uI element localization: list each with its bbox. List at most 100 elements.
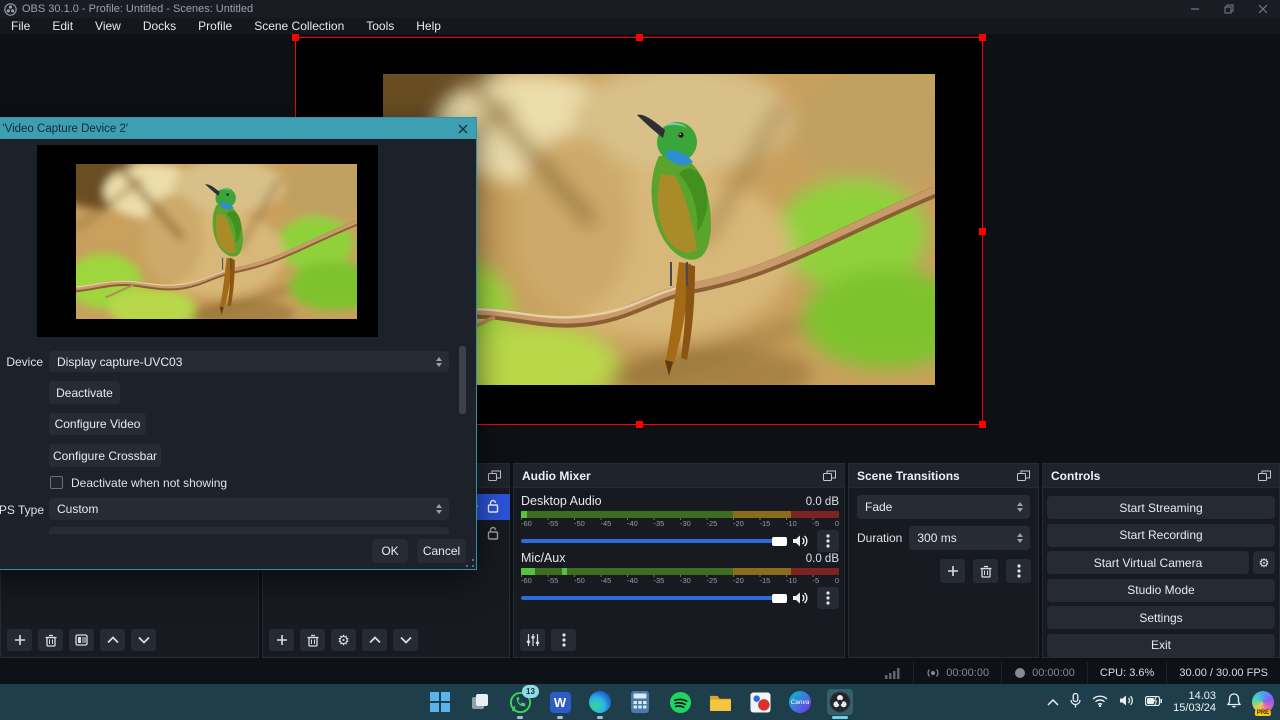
stream-timer: 00:00:00 <box>914 667 1001 679</box>
spinner-arrows-icon[interactable] <box>436 498 442 520</box>
volume-meter <box>521 568 839 575</box>
file-explorer-icon[interactable] <box>707 689 733 715</box>
add-transition-button[interactable] <box>940 559 965 583</box>
transition-select[interactable]: Fade <box>857 495 1030 519</box>
virtual-camera-settings-icon[interactable]: ⚙ <box>1253 551 1275 574</box>
battery-icon[interactable] <box>1145 695 1162 709</box>
channel-menu-button[interactable] <box>817 530 839 552</box>
spotify-icon[interactable] <box>667 689 693 715</box>
close-button[interactable] <box>1246 0 1280 18</box>
dialog-close-icon[interactable] <box>458 124 468 134</box>
start-streaming-button[interactable]: Start Streaming <box>1047 496 1275 519</box>
transform-handle-top-right[interactable] <box>979 34 986 41</box>
duration-spinbox[interactable]: 300 ms <box>909 526 1030 550</box>
channel-menu-button[interactable] <box>817 587 839 609</box>
add-source-button[interactable] <box>269 629 294 651</box>
start-recording-button[interactable]: Start Recording <box>1047 524 1275 547</box>
word-icon[interactable]: W <box>547 689 573 715</box>
configure-crossbar-button[interactable]: Configure Crossbar <box>49 444 161 467</box>
taskbar-clock[interactable]: 14.03 15/03/24 <box>1173 690 1216 714</box>
dialog-titlebar[interactable]: or 'Video Capture Device 2' <box>0 118 476 139</box>
source-lock-icon[interactable] <box>487 526 499 543</box>
menu-help[interactable]: Help <box>405 19 452 33</box>
microphone-icon[interactable] <box>1070 693 1081 711</box>
settings-button[interactable]: Settings <box>1047 606 1275 629</box>
device-select[interactable]: Display capture-UVC03 <box>49 351 449 372</box>
exit-button[interactable]: Exit <box>1047 634 1275 657</box>
speaker-icon[interactable] <box>792 591 808 605</box>
task-view-button[interactable] <box>467 689 493 715</box>
spinner-arrows-icon[interactable] <box>436 351 442 372</box>
edge-icon[interactable] <box>587 689 613 715</box>
channel-name: Mic/Aux <box>521 551 565 565</box>
whatsapp-icon[interactable]: 13 <box>507 689 533 715</box>
minimize-button[interactable] <box>1178 0 1212 18</box>
source-up-button[interactable] <box>362 629 387 651</box>
speaker-icon[interactable] <box>792 534 808 548</box>
transform-handle-top-center[interactable] <box>636 34 643 41</box>
menu-scene-collection[interactable]: Scene Collection <box>243 19 355 33</box>
studio-mode-button[interactable]: Studio Mode <box>1047 579 1275 602</box>
transform-handle-right[interactable] <box>979 228 986 235</box>
dialog-resize-grip[interactable] <box>466 559 474 567</box>
scene-up-button[interactable] <box>100 629 125 651</box>
source-properties-button[interactable]: ⚙ <box>331 629 356 651</box>
volume-slider[interactable] <box>521 539 773 543</box>
properties-dialog: or 'Video Capture Device 2' Device Displ… <box>0 117 477 570</box>
volume-slider[interactable] <box>521 596 773 600</box>
volume-slider-handle[interactable] <box>772 594 787 603</box>
record-timer: 00:00:00 <box>1002 667 1087 679</box>
fps-type-select[interactable]: Custom <box>49 498 449 520</box>
obs-taskbar-icon[interactable] <box>827 689 853 715</box>
popout-icon[interactable] <box>1258 470 1271 481</box>
deactivate-when-not-showing-checkbox[interactable] <box>50 476 63 489</box>
transform-handle-top-left[interactable] <box>292 34 299 41</box>
source-lock-icon[interactable] <box>487 499 499 516</box>
calculator-icon[interactable] <box>627 689 653 715</box>
menu-profile[interactable]: Profile <box>187 19 243 33</box>
status-bar: 00:00:00 00:00:00 CPU: 3.6% 30.00 / 30.0… <box>0 662 1280 684</box>
remove-transition-button[interactable] <box>973 559 998 583</box>
add-scene-button[interactable] <box>7 629 32 651</box>
scene-down-button[interactable] <box>131 629 156 651</box>
volume-slider-handle[interactable] <box>772 537 787 546</box>
cancel-button[interactable]: Cancel <box>417 539 466 563</box>
tray-expand-icon[interactable] <box>1047 695 1059 709</box>
copilot-icon[interactable]: PRE <box>1252 691 1274 713</box>
scene-filters-button[interactable] <box>69 629 94 651</box>
menu-file[interactable]: File <box>0 19 41 33</box>
dialog-title: or 'Video Capture Device 2' <box>0 123 128 135</box>
transition-menu-button[interactable] <box>1006 559 1031 583</box>
advanced-audio-button[interactable] <box>520 629 545 651</box>
popout-icon[interactable] <box>488 470 501 481</box>
source-down-button[interactable] <box>393 629 418 651</box>
spinner-arrows-icon[interactable] <box>1017 526 1023 550</box>
notifications-bell-icon[interactable] <box>1227 693 1241 711</box>
start-virtual-camera-button[interactable]: Start Virtual Camera <box>1047 551 1249 574</box>
duration-value: 300 ms <box>917 531 956 545</box>
mixer-menu-button[interactable] <box>551 629 576 651</box>
record-icon <box>1014 667 1026 679</box>
menu-tools[interactable]: Tools <box>355 19 405 33</box>
ok-button[interactable]: OK <box>372 539 408 563</box>
dialog-scrollbar[interactable] <box>459 346 466 414</box>
menu-edit[interactable]: Edit <box>41 19 84 33</box>
fps-type-value: Custom <box>57 502 98 516</box>
transform-handle-bottom-right[interactable] <box>979 421 986 428</box>
configure-video-button[interactable]: Configure Video <box>49 413 146 435</box>
volume-icon[interactable] <box>1119 694 1134 710</box>
menu-docks[interactable]: Docks <box>132 19 187 33</box>
popout-icon[interactable] <box>823 470 836 481</box>
remove-source-button[interactable] <box>300 629 325 651</box>
menu-view[interactable]: View <box>84 19 132 33</box>
canva-icon[interactable]: Canva <box>787 689 813 715</box>
remove-scene-button[interactable] <box>38 629 63 651</box>
spinner-arrows-icon[interactable] <box>1017 495 1023 519</box>
popout-icon[interactable] <box>1017 470 1030 481</box>
restore-button[interactable] <box>1212 0 1246 18</box>
transform-handle-bottom-center[interactable] <box>636 421 643 428</box>
wifi-icon[interactable] <box>1092 695 1108 710</box>
start-button[interactable] <box>427 689 453 715</box>
deactivate-button[interactable]: Deactivate <box>49 381 120 404</box>
photos-app-icon[interactable] <box>747 689 773 715</box>
